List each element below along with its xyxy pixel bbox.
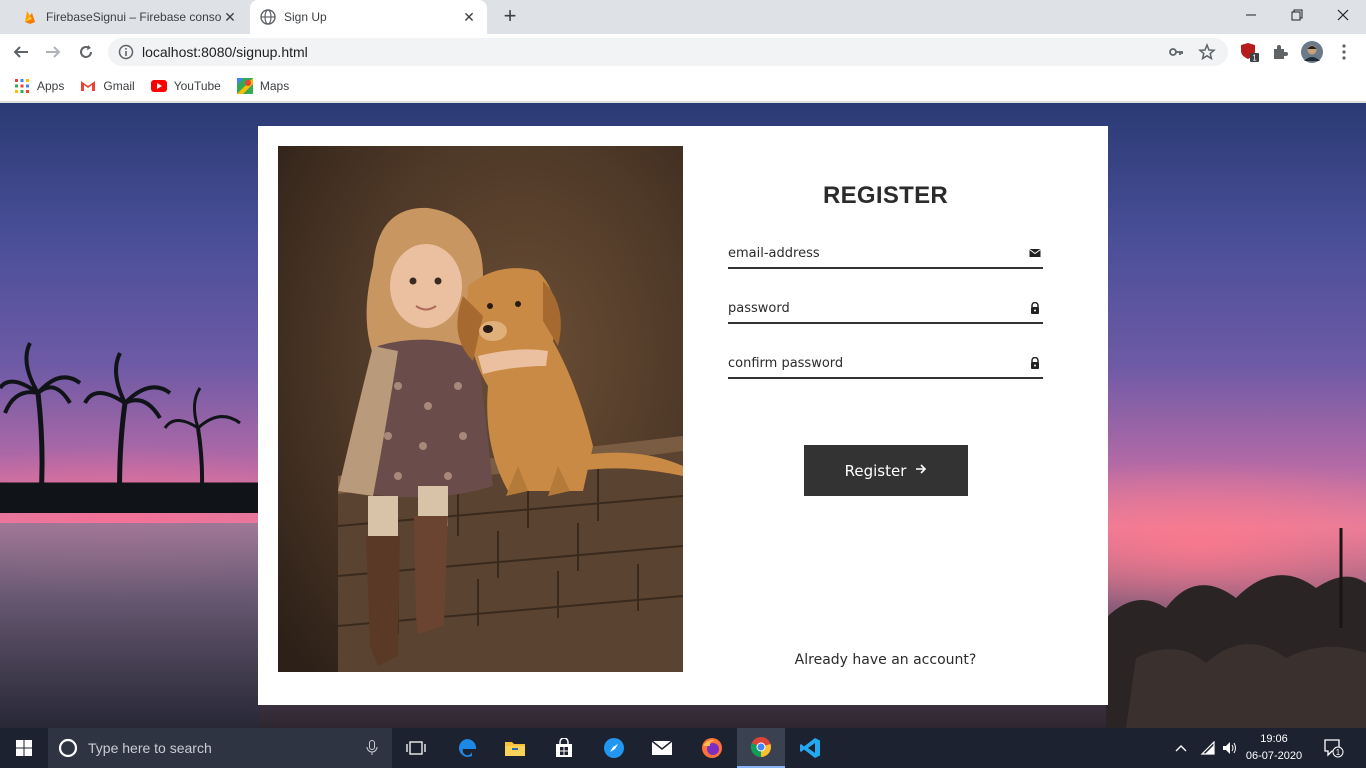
lock-icon [1031,357,1039,369]
apps-grid-icon [14,78,30,94]
clock-date: 06-07-2020 [1245,750,1303,762]
password-field-wrapper [728,294,1043,324]
bookmark-youtube[interactable]: YouTube [150,78,221,94]
address-bar[interactable]: localhost:8080/signup.html [108,38,1228,66]
bookmark-gmail[interactable]: Gmail [80,78,135,94]
email-field[interactable] [728,239,1018,267]
page-background: REGISTER Register [0,103,1366,728]
bookmark-label: Maps [259,78,290,93]
bookmarks-bar: Apps Gmail YouTube Maps [0,70,1366,102]
profile-avatar[interactable] [1301,41,1323,63]
globe-icon [260,9,276,25]
back-arrow-icon[interactable] [8,39,34,65]
volume-icon[interactable] [1222,728,1238,768]
extension-badge-count: 1 [1252,54,1257,63]
windows-taskbar: Type here to search 19:06 06-07-2020 1 [0,728,1366,768]
firefox-icon[interactable] [688,728,736,768]
maps-icon [236,77,253,94]
bookmark-label: YouTube [173,78,221,93]
bookmark-maps[interactable]: Maps [236,77,290,94]
taskbar-search[interactable]: Type here to search [48,728,392,768]
confirm-password-field-wrapper [728,349,1043,379]
safari-compass-icon[interactable] [590,728,638,768]
system-clock[interactable]: 19:06 06-07-2020 [1244,731,1304,765]
notification-count: 1 [1336,748,1341,757]
browser-toolbar: localhost:8080/signup.html 1 [0,34,1366,70]
arrow-right-icon [915,463,927,479]
close-icon[interactable]: ✕ [461,9,477,25]
search-placeholder: Type here to search [88,740,212,756]
firebase-icon [25,11,35,24]
bookmark-label: Apps [37,78,65,93]
register-card: REGISTER Register [258,126,1108,705]
new-tab-button[interactable]: + [499,5,521,28]
background-water [0,523,260,728]
shield-extension-icon[interactable]: 1 [1240,42,1260,62]
reload-icon[interactable] [73,39,99,65]
close-window-icon[interactable] [1320,0,1366,30]
key-icon[interactable] [1168,44,1184,60]
lock-icon [1031,302,1039,314]
confirm-password-field[interactable] [728,349,1018,377]
info-icon[interactable] [118,44,134,60]
browser-tab-strip: FirebaseSignui – Firebase console ✕ Sign… [0,0,1366,34]
close-icon[interactable]: ✕ [222,9,238,25]
address-text[interactable]: localhost:8080/signup.html [142,44,308,60]
restore-icon[interactable] [1274,0,1320,30]
chevron-up-icon[interactable] [1174,728,1188,768]
cortana-circle-icon [58,738,78,758]
windows-start-icon[interactable] [0,728,48,768]
bookmark-star-icon[interactable] [1198,43,1216,61]
bookmark-label: Gmail [103,78,135,93]
store-icon[interactable] [540,728,588,768]
girl-with-dog-photo [278,146,683,672]
bookmark-apps[interactable]: Apps [14,78,64,94]
email-field-wrapper [728,239,1043,269]
clock-time: 19:06 [1260,733,1288,745]
tab-firebase-console[interactable]: FirebaseSignui – Firebase console ✕ [8,0,248,34]
background-palm-trees [0,342,260,513]
password-field[interactable] [728,294,1018,322]
minimize-icon[interactable] [1228,0,1274,30]
login-link[interactable]: Already have an account? [728,652,1043,668]
chrome-icon[interactable] [737,728,785,768]
youtube-icon [150,78,167,94]
microphone-icon[interactable] [366,740,378,756]
tab-sign-up[interactable]: Sign Up ✕ [250,0,487,34]
gmail-icon [80,78,96,94]
register-form: REGISTER Register [728,126,1043,705]
register-button-label: Register [844,461,907,480]
register-title: REGISTER [822,182,949,209]
vscode-icon[interactable] [786,728,834,768]
forward-arrow-icon[interactable] [40,39,66,65]
edge-icon[interactable] [443,728,491,768]
puzzle-extensions-icon[interactable] [1270,42,1290,62]
file-explorer-icon[interactable] [491,728,539,768]
more-menu-icon[interactable] [1334,42,1354,62]
wifi-icon[interactable] [1200,728,1216,768]
register-button[interactable]: Register [804,445,968,496]
tab-title: FirebaseSignui – Firebase console [46,10,222,24]
task-view-icon[interactable] [392,728,440,768]
notification-center-icon[interactable]: 1 [1324,728,1344,768]
background-rocks [1106,528,1366,728]
mail-icon[interactable] [638,728,686,768]
tab-title: Sign Up [284,10,327,24]
envelope-icon [1029,249,1041,257]
